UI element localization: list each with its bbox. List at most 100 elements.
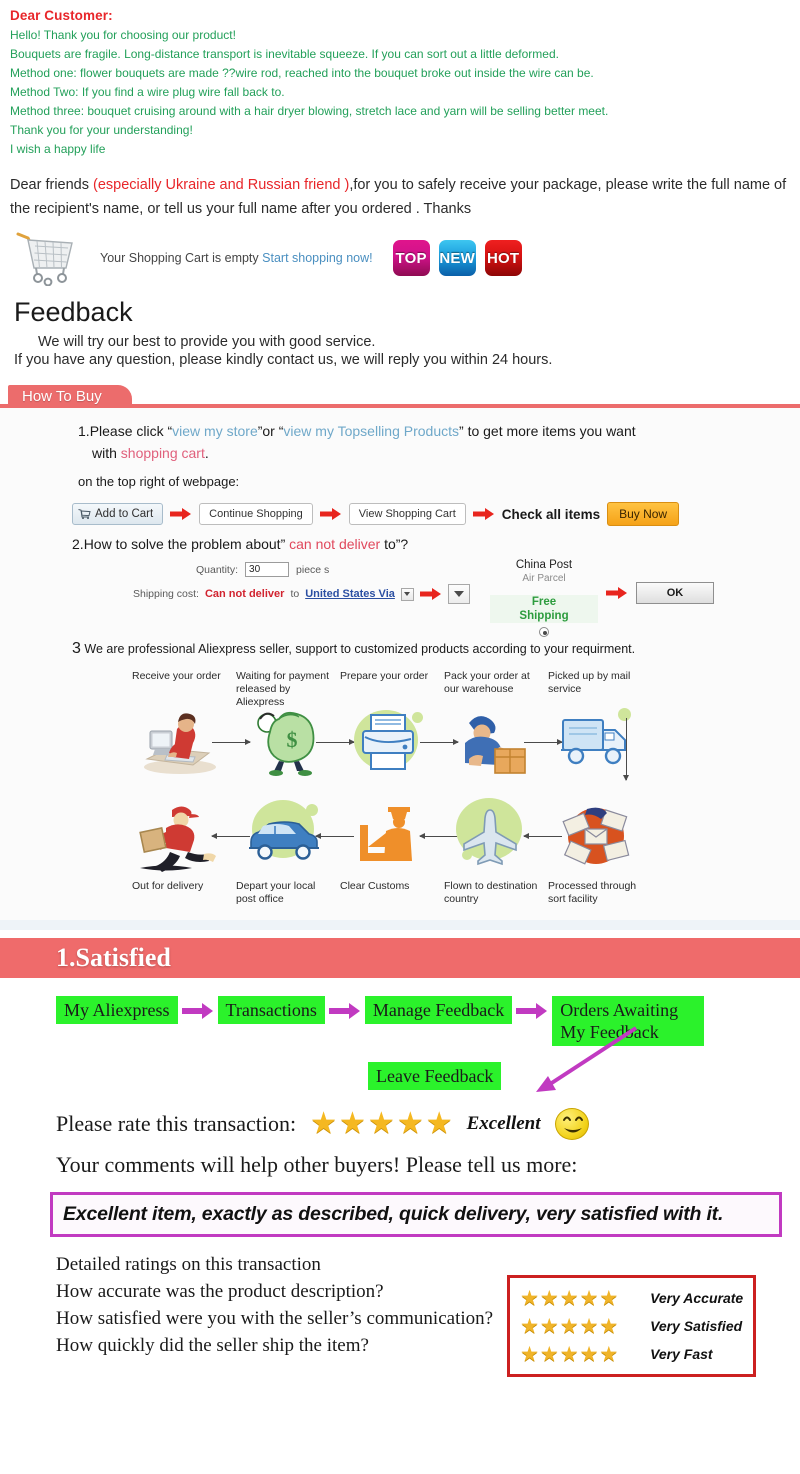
nav-box-leave-feedback[interactable]: Leave Feedback — [368, 1062, 502, 1090]
free-shipping-line-2: Shipping — [519, 610, 569, 622]
shipping-cost-row: Shipping cost: Can not deliver to United… — [133, 584, 470, 604]
comments-prompt: Your comments will help other buyers! Pl… — [56, 1152, 578, 1177]
detail-question: How accurate was the product description… — [56, 1281, 384, 1302]
badge-new[interactable]: NEW — [438, 240, 476, 276]
flow-label: Prepare your order — [340, 670, 429, 682]
nav-box-my-aliexpress[interactable]: My Aliexpress — [56, 996, 178, 1024]
step-3-body: We are professional Aliexpress seller, s… — [80, 642, 636, 656]
feedback-title: Feedback — [14, 297, 133, 327]
carrier-name: China Post — [515, 559, 573, 571]
detailed-ratings-section: Detailed ratings on this transaction How… — [56, 1251, 800, 1377]
feedback-line-1: We will try our best to provide you with… — [38, 334, 376, 350]
start-shopping-link[interactable]: Start shopping now! — [262, 251, 373, 265]
detail-rating-row: ★ ★ ★ ★ ★ Very Fast — [520, 1340, 743, 1368]
step-1-t4: with — [92, 445, 121, 461]
money-bag-icon: $ — [232, 698, 336, 786]
detail-rating-stars[interactable]: ★ ★ ★ ★ ★ — [520, 1316, 640, 1337]
star-icon[interactable]: ★ — [520, 1288, 539, 1309]
add-to-cart-label: Add to Cart — [95, 508, 154, 520]
step-3-text: 3 We are professional Aliexpress seller,… — [72, 640, 800, 658]
quantity-label: Quantity: — [196, 563, 239, 576]
detail-rating-stars[interactable]: ★ ★ ★ ★ ★ — [520, 1288, 640, 1309]
view-shopping-cart-button[interactable]: View Shopping Cart — [348, 503, 466, 525]
star-icon[interactable]: ★ — [580, 1288, 599, 1309]
nav-box-manage-feedback[interactable]: Manage Feedback — [364, 996, 513, 1024]
star-icon[interactable]: ★ — [339, 1109, 366, 1139]
star-icon[interactable]: ★ — [310, 1109, 337, 1139]
country-select-link[interactable]: United States Via — [305, 588, 395, 600]
buy-now-button[interactable]: Buy Now — [607, 502, 680, 526]
star-icon[interactable]: ★ — [580, 1316, 599, 1337]
step-1-t2: ”or “ — [257, 423, 284, 439]
star-icon[interactable]: ★ — [540, 1288, 559, 1309]
red-arrow-icon — [319, 507, 342, 521]
star-icon[interactable]: ★ — [580, 1344, 599, 1365]
star-icon[interactable]: ★ — [540, 1316, 559, 1337]
delivery-van-icon — [232, 792, 336, 880]
star-icon[interactable]: ★ — [426, 1109, 453, 1139]
badge-hot[interactable]: HOT — [484, 240, 522, 276]
comment-textarea[interactable]: Excellent item, exactly as described, qu… — [50, 1192, 782, 1237]
chevron-down-icon — [404, 592, 411, 596]
detail-rating-stars[interactable]: ★ ★ ★ ★ ★ — [520, 1344, 640, 1365]
star-icon[interactable]: ★ — [599, 1316, 618, 1337]
rate-prompt: Please rate this transaction: — [56, 1111, 297, 1136]
person-at-computer-icon — [128, 698, 232, 786]
carrier-service: Air Parcel — [522, 573, 566, 584]
notice-line: Method Two: If you find a wire plug wire… — [10, 85, 285, 99]
view-topselling-link[interactable]: view my Topselling Products — [283, 423, 459, 439]
star-icon[interactable]: ★ — [397, 1109, 424, 1139]
detailed-questions: Detailed ratings on this transaction How… — [56, 1251, 493, 1377]
star-icon[interactable]: ★ — [368, 1109, 395, 1139]
magenta-arrow-icon — [178, 996, 218, 1026]
red-arrow-icon — [419, 587, 442, 601]
shipping-form-mock: Quantity: 30 piece s Shipping cost: Can … — [0, 558, 800, 637]
star-icon[interactable]: ★ — [599, 1344, 618, 1365]
badge-top[interactable]: TOP — [392, 240, 430, 276]
view-my-store-link[interactable]: view my store — [172, 423, 258, 439]
star-icon[interactable]: ★ — [560, 1288, 579, 1309]
flow-label: Flown to destination country — [444, 880, 538, 905]
notice-line: Bouquets are fragile. Long-distance tran… — [10, 47, 559, 61]
flow-bottom-icons — [128, 792, 800, 880]
red-arrow-icon — [170, 507, 192, 521]
continue-shopping-button[interactable]: Continue Shopping — [199, 503, 313, 525]
customs-officer-icon — [336, 792, 440, 880]
buy-flow-buttons: Add to Cart Continue Shopping View Shopp… — [72, 502, 800, 526]
detail-rating-row: ★ ★ ★ ★ ★ Very Accurate — [520, 1284, 743, 1312]
customer-notice: Dear Customer: Hello! Thank you for choo… — [0, 0, 800, 159]
courier-running-icon — [128, 792, 232, 880]
svg-text:$: $ — [287, 727, 298, 752]
star-icon[interactable]: ★ — [540, 1344, 559, 1365]
cannot-deliver-status: Can not deliver — [204, 588, 285, 600]
step-1-subline: on the top right of webpage: — [78, 474, 240, 489]
star-icon[interactable]: ★ — [520, 1344, 539, 1365]
star-icon[interactable]: ★ — [560, 1316, 579, 1337]
detail-rating-label: Very Accurate — [650, 1290, 744, 1306]
star-icon[interactable]: ★ — [560, 1344, 579, 1365]
ok-button[interactable]: OK — [636, 582, 714, 604]
rating-stars[interactable]: ★ ★ ★ ★ ★ — [310, 1109, 453, 1139]
detail-heading: Detailed ratings on this transaction — [56, 1254, 321, 1275]
quantity-input[interactable]: 30 — [245, 562, 290, 577]
add-to-cart-button[interactable]: Add to Cart — [72, 503, 164, 525]
step-1-t3: ” to get more items you want — [459, 423, 636, 439]
step-2-text: 2.How to solve the problem about” can no… — [72, 536, 800, 552]
nav-box-transactions[interactable]: Transactions — [217, 996, 325, 1024]
star-icon[interactable]: ★ — [520, 1316, 539, 1337]
flow-bottom-labels: Out for delivery Depart your local post … — [128, 880, 800, 906]
detail-question: How quickly did the seller ship the item… — [56, 1335, 369, 1356]
shipping-radio-button[interactable] — [539, 627, 549, 637]
star-icon[interactable]: ★ — [599, 1288, 618, 1309]
cart-empty-label: Your Shopping Cart is empty — [100, 251, 263, 265]
feedback-line-2: If you have any question, please kindly … — [14, 352, 553, 368]
magenta-arrow-icon — [512, 996, 552, 1026]
flow-label: Out for delivery — [132, 880, 204, 892]
shipping-method-dropdown[interactable] — [447, 584, 470, 604]
rate-transaction-row: Please rate this transaction: ★ ★ ★ ★ ★ … — [56, 1108, 800, 1140]
smiley-face-icon — [554, 1108, 589, 1140]
country-dropdown-small[interactable] — [400, 587, 414, 601]
magenta-diagonal-arrow-icon — [518, 1026, 648, 1105]
piece-label: piece s — [296, 563, 330, 576]
notice-line: Method one: flower bouquets are made ??w… — [10, 66, 594, 80]
